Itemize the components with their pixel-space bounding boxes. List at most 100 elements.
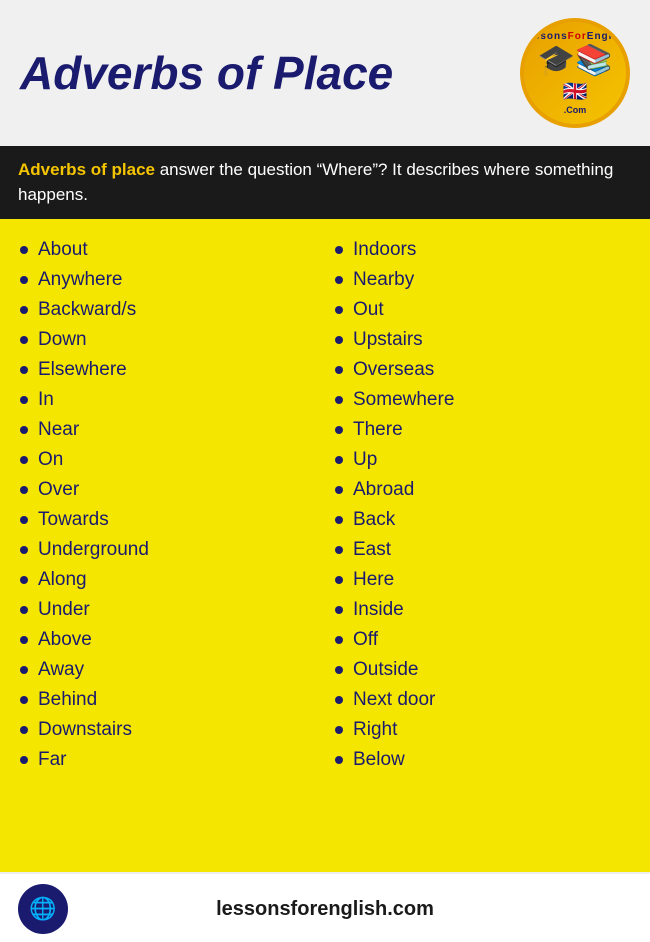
list-item-text: Downstairs xyxy=(38,719,132,741)
logo: LessonsForEnglish 🎓📚 🇬🇧 .Com xyxy=(520,18,630,128)
list-item-text: Out xyxy=(353,299,384,321)
list-item: About xyxy=(20,235,315,265)
list-item: On xyxy=(20,445,315,475)
list-item-text: Somewhere xyxy=(353,389,454,411)
list-item-text: Nearby xyxy=(353,269,414,291)
globe-icon: 🌐 xyxy=(29,896,56,922)
list-item-text: Next door xyxy=(353,689,435,711)
bullet-icon xyxy=(20,576,28,584)
bullet-icon xyxy=(20,546,28,554)
list-item-text: Back xyxy=(353,509,395,531)
list-item-text: Above xyxy=(38,629,92,651)
bullet-icon xyxy=(335,516,343,524)
list-item-text: Here xyxy=(353,569,394,591)
list-item: There xyxy=(335,415,630,445)
list-item: Near xyxy=(20,415,315,445)
list-item-text: Elsewhere xyxy=(38,359,127,381)
bullet-icon xyxy=(335,606,343,614)
list-item-text: Inside xyxy=(353,599,404,621)
bullet-icon xyxy=(20,516,28,524)
bullet-icon xyxy=(20,426,28,434)
bullet-icon xyxy=(20,696,28,704)
bullet-icon xyxy=(20,726,28,734)
list-item: Anywhere xyxy=(20,265,315,295)
bullet-icon xyxy=(335,756,343,764)
list-item: Up xyxy=(335,445,630,475)
list-item: Here xyxy=(335,565,630,595)
header: Adverbs of Place LessonsForEnglish 🎓📚 🇬🇧… xyxy=(0,0,650,146)
list-item: Indoors xyxy=(335,235,630,265)
list-item-text: Under xyxy=(38,599,90,621)
list-item: Behind xyxy=(20,685,315,715)
list-item-text: Upstairs xyxy=(353,329,423,351)
description-banner: Adverbs of place answer the question “Wh… xyxy=(0,146,650,219)
list-item: Above xyxy=(20,625,315,655)
list-item-text: Right xyxy=(353,719,397,741)
list-item: Somewhere xyxy=(335,385,630,415)
bullet-icon xyxy=(335,636,343,644)
bullet-icon xyxy=(335,366,343,374)
list-item-text: Away xyxy=(38,659,84,681)
bullet-icon xyxy=(335,546,343,554)
list-item: Backward/s xyxy=(20,295,315,325)
list-item-text: Backward/s xyxy=(38,299,136,321)
bullet-icon xyxy=(20,396,28,404)
list-item: Away xyxy=(20,655,315,685)
list-item-text: Towards xyxy=(38,509,109,531)
list-item: Under xyxy=(20,595,315,625)
list-item-text: On xyxy=(38,449,63,471)
list-item: Elsewhere xyxy=(20,355,315,385)
list-item-text: Outside xyxy=(353,659,418,681)
bullet-icon xyxy=(20,306,28,314)
list-item: Out xyxy=(335,295,630,325)
bullet-icon xyxy=(335,426,343,434)
bullet-icon xyxy=(20,456,28,464)
right-column: IndoorsNearbyOutUpstairsOverseasSomewher… xyxy=(325,235,630,862)
list-item-text: Off xyxy=(353,629,378,651)
bullet-icon xyxy=(20,366,28,374)
footer: 🌐 lessonsforenglish.com xyxy=(0,872,650,942)
list-item: Nearby xyxy=(335,265,630,295)
bullet-icon xyxy=(20,756,28,764)
list-item-text: About xyxy=(38,239,88,261)
list-item: Underground xyxy=(20,535,315,565)
list-item: Down xyxy=(20,325,315,355)
list-item: Next door xyxy=(335,685,630,715)
list-item: Outside xyxy=(335,655,630,685)
list-item-text: Abroad xyxy=(353,479,414,501)
bullet-icon xyxy=(20,606,28,614)
bullet-icon xyxy=(20,246,28,254)
bullet-icon xyxy=(335,306,343,314)
list-item-text: Up xyxy=(353,449,377,471)
bullet-icon xyxy=(335,336,343,344)
list-item-text: Indoors xyxy=(353,239,416,261)
list-item-text: There xyxy=(353,419,403,441)
bullet-icon xyxy=(335,666,343,674)
bullet-icon xyxy=(20,336,28,344)
left-column: About Anywhere Backward/s Down Elsewhere In Ne… xyxy=(20,235,325,862)
logo-bottom-text: .Com xyxy=(564,105,587,115)
list-item-text: Anywhere xyxy=(38,269,123,291)
list-item: East xyxy=(335,535,630,565)
list-item: Downstairs xyxy=(20,715,315,745)
list-item-text: Along xyxy=(38,569,87,591)
list-item: In xyxy=(20,385,315,415)
footer-logo-icon: 🌐 xyxy=(18,884,68,934)
bullet-icon xyxy=(20,636,28,644)
bullet-icon xyxy=(335,456,343,464)
list-item: Over xyxy=(20,475,315,505)
bullet-icon xyxy=(335,396,343,404)
logo-flag-icon: 🇬🇧 xyxy=(563,79,588,104)
bullet-icon xyxy=(20,486,28,494)
bullet-icon xyxy=(335,696,343,704)
bullet-icon xyxy=(335,726,343,734)
footer-url: lessonsforenglish.com xyxy=(216,898,434,921)
bullet-icon xyxy=(335,486,343,494)
list-item: Far xyxy=(20,745,315,775)
list-item-text: In xyxy=(38,389,54,411)
list-item-text: Far xyxy=(38,749,67,771)
description-highlight: Adverbs of place xyxy=(18,160,155,179)
list-item: Abroad xyxy=(335,475,630,505)
list-item: Along xyxy=(20,565,315,595)
bullet-icon xyxy=(335,276,343,284)
